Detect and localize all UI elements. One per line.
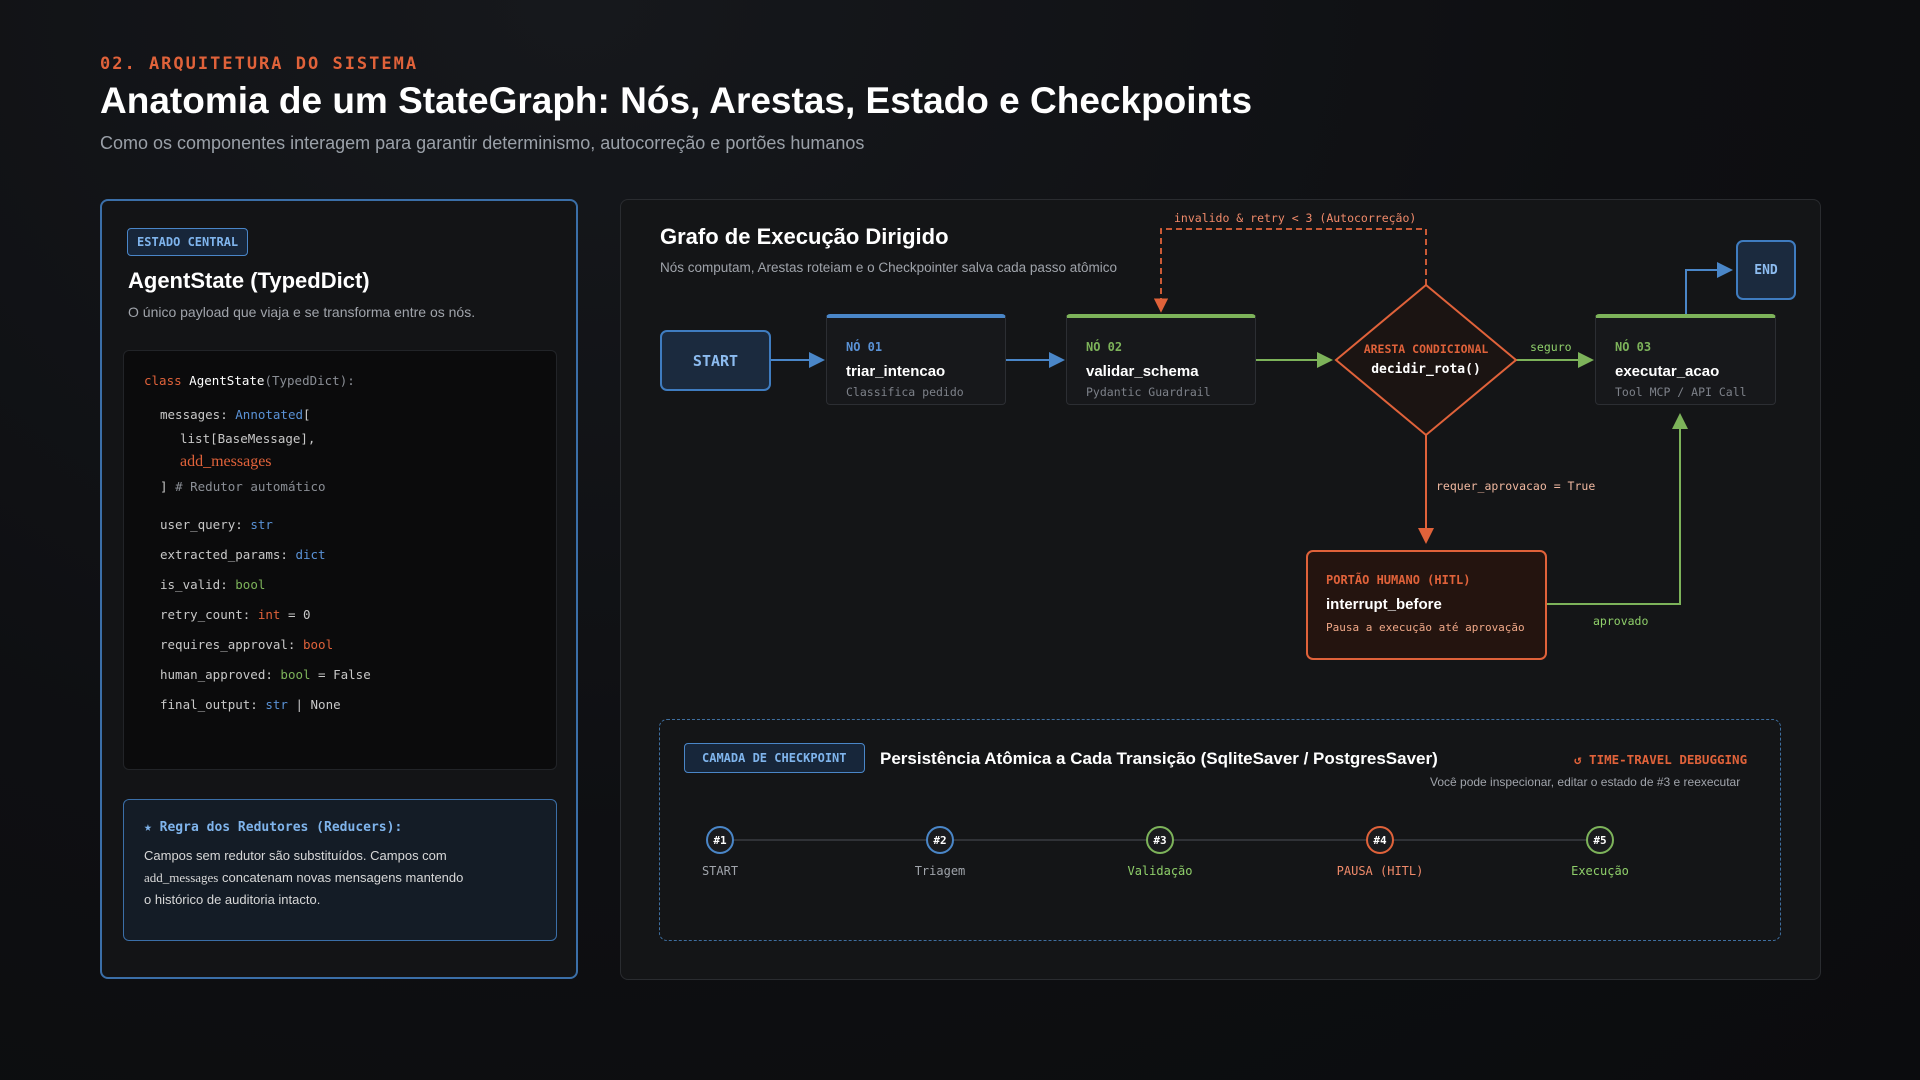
checkpoint-step-5[interactable]: #5	[1586, 826, 1614, 854]
checkpoint-step-label: Validação	[1127, 864, 1193, 878]
checkpoint-step-label: PAUSA (HITL)	[1336, 864, 1424, 878]
checkpoint-step-1[interactable]: #1	[706, 826, 734, 854]
checkpoint-step-2[interactable]: #2	[926, 826, 954, 854]
checkpoint-timeline-line	[720, 839, 1600, 841]
checkpoint-step-3[interactable]: #3	[1146, 826, 1174, 854]
checkpoint-step-4[interactable]: #4	[1366, 826, 1394, 854]
checkpoint-step-label: Execução	[1571, 864, 1629, 878]
checkpoint-step-label: START	[701, 864, 739, 878]
checkpoint-step-label: Triagem	[914, 864, 966, 878]
